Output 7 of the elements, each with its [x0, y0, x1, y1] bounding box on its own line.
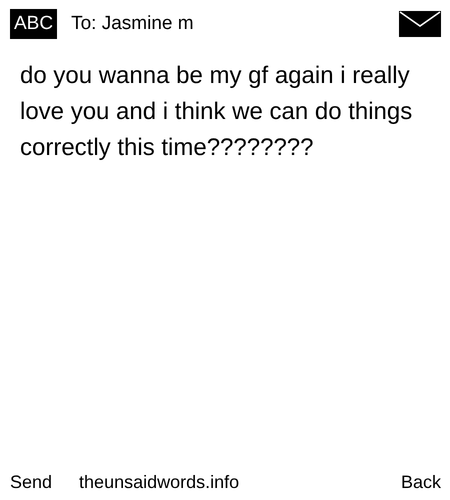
send-softkey[interactable]: Send	[10, 468, 52, 496]
website-label: theunsaidwords.info	[79, 470, 240, 494]
recipient-label: To: Jasmine m	[71, 12, 194, 36]
message-text: do you wanna be my gf again i really love you and i think we can do things correctly this time????????	[19, 61, 414, 163]
envelope-icon	[399, 11, 441, 37]
back-softkey[interactable]: Back	[400, 468, 441, 496]
input-mode-indicator: ABC	[10, 9, 58, 39]
